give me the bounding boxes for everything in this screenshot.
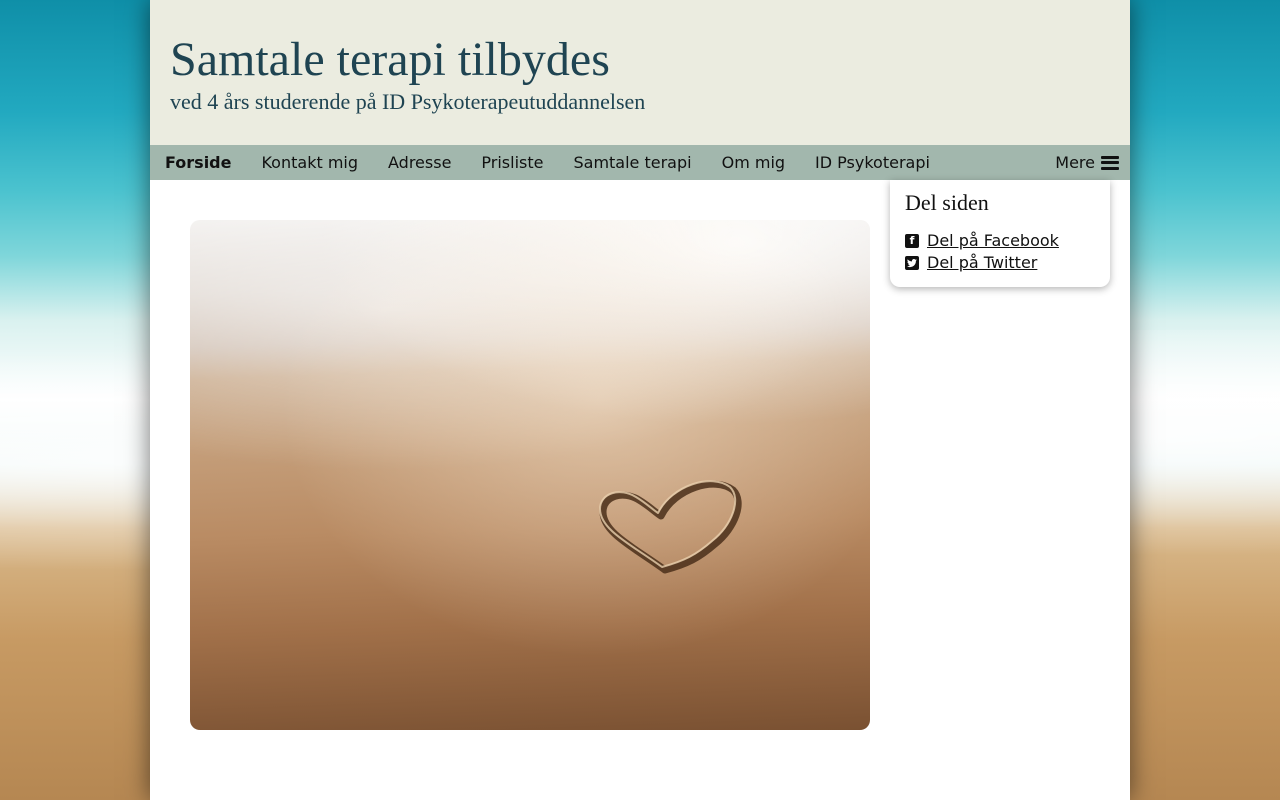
site-header: Samtale terapi tilbydes ved 4 års studer… [150,0,1130,145]
nav-item-id-psykoterapi[interactable]: ID Psykoterapi [800,145,945,180]
nav-more-label: Mere [1055,153,1095,172]
site-subtitle: ved 4 års studerende på ID Psykoterapeut… [170,89,646,114]
hamburger-icon [1101,155,1119,170]
share-twitter-label: Del på Twitter [927,253,1038,272]
nav-item-om-mig[interactable]: Om mig [707,145,800,180]
share-facebook-label: Del på Facebook [927,231,1059,250]
share-title: Del siden [905,190,989,215]
sunlight [190,220,870,730]
site-title[interactable]: Samtale terapi tilbydes [170,34,1110,86]
share-box: Del siden f Del på Facebook Del på Twitt… [890,180,1110,287]
nav-item-kontakt-mig[interactable]: Kontakt mig [246,145,373,180]
nav-item-forside[interactable]: Forside [150,145,246,180]
share-facebook-link[interactable]: f Del på Facebook [905,230,1095,252]
nav-item-samtale-terapi[interactable]: Samtale terapi [558,145,706,180]
share-twitter-link[interactable]: Del på Twitter [905,252,1095,274]
heart-drawing-icon [599,480,742,574]
page-container: Samtale terapi tilbydes ved 4 års studer… [150,0,1130,800]
hero-image-heart-in-sand [190,220,870,730]
nav-item-prisliste[interactable]: Prisliste [466,145,558,180]
nav-more-button[interactable]: Mere [1055,145,1119,180]
main-nav: Forside Kontakt mig Adresse Prisliste Sa… [150,145,1130,180]
nav-item-adresse[interactable]: Adresse [373,145,466,180]
twitter-square-icon [905,256,919,270]
facebook-square-icon: f [905,234,919,248]
